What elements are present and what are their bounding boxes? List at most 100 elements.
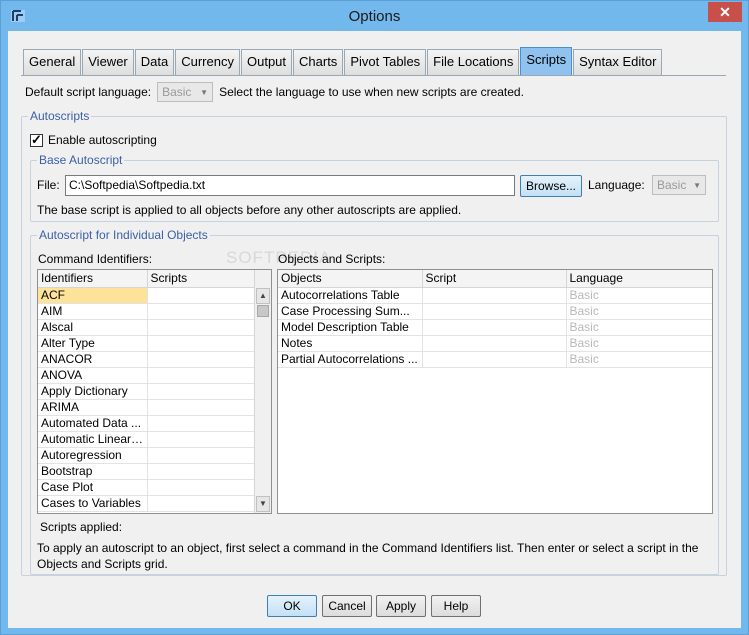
- object-cell[interactable]: Model Description Table: [278, 319, 423, 336]
- tab-pivot-tables[interactable]: Pivot Tables: [344, 49, 427, 75]
- object-cell[interactable]: Partial Autocorrelations ...: [278, 351, 423, 368]
- options-window: Options ✕ General Viewer Data Currency Outpu…: [0, 0, 749, 635]
- identifier-cell[interactable]: Automated Data ...: [38, 415, 148, 432]
- script-cell[interactable]: [147, 415, 257, 432]
- object-cell[interactable]: Case Processing Sum...: [278, 303, 423, 320]
- table-row[interactable]: Case Plot: [38, 479, 257, 496]
- script-cell[interactable]: [147, 447, 257, 464]
- script-cell[interactable]: [422, 303, 567, 320]
- table-row[interactable]: ARIMA: [38, 399, 257, 416]
- title-bar[interactable]: Options ✕: [1, 1, 748, 31]
- script-cell[interactable]: [147, 479, 257, 496]
- script-cell[interactable]: [147, 351, 257, 368]
- tab-file-locations[interactable]: File Locations: [427, 49, 520, 75]
- script-cell[interactable]: [147, 495, 257, 512]
- script-cell[interactable]: [422, 335, 567, 352]
- command-identifiers-grid[interactable]: Identifiers Scripts ACF AIM Alscal Alter Ty…: [37, 269, 272, 514]
- command-identifiers-label: Command Identifiers:: [38, 252, 153, 266]
- identifier-cell[interactable]: Cases to Variables: [38, 495, 148, 512]
- table-row[interactable]: Case Processing Sum... Basic: [278, 303, 712, 320]
- scroll-up-arrow-icon[interactable]: ▲: [256, 288, 270, 304]
- script-cell[interactable]: [147, 463, 257, 480]
- file-path-input[interactable]: C:\Softpedia\Softpedia.txt: [65, 175, 515, 196]
- tab-charts[interactable]: Charts: [293, 49, 344, 75]
- script-cell[interactable]: [147, 399, 257, 416]
- table-row[interactable]: Cases to Variables: [38, 495, 257, 512]
- table-row[interactable]: Partial Autocorrelations ... Basic: [278, 351, 712, 368]
- language-cell[interactable]: Basic: [566, 351, 712, 368]
- col-script[interactable]: Script: [422, 270, 567, 288]
- table-row[interactable]: Notes Basic: [278, 335, 712, 352]
- language-value: Basic: [657, 178, 687, 192]
- script-cell[interactable]: [147, 319, 257, 336]
- tab-data[interactable]: Data: [134, 49, 175, 75]
- identifier-cell[interactable]: Case Plot: [38, 479, 148, 496]
- identifier-cell[interactable]: ACF: [38, 287, 148, 304]
- script-cell[interactable]: [147, 303, 257, 320]
- language-cell[interactable]: Basic: [566, 287, 712, 304]
- script-cell[interactable]: [147, 335, 257, 352]
- table-row[interactable]: Automatic Linear ...: [38, 431, 257, 448]
- tab-viewer[interactable]: Viewer: [82, 49, 134, 75]
- command-list-scrollbar[interactable]: ▲ ▼: [254, 270, 271, 513]
- object-cell[interactable]: Autocorrelations Table: [278, 287, 423, 304]
- table-row[interactable]: AIM: [38, 303, 257, 320]
- identifier-cell[interactable]: ANACOR: [38, 351, 148, 368]
- identifier-cell[interactable]: Alter Type: [38, 335, 148, 352]
- default-script-dropdown[interactable]: Basic ▼: [157, 82, 214, 102]
- table-row[interactable]: Alter Type: [38, 335, 257, 352]
- ok-button[interactable]: OK: [267, 595, 317, 617]
- table-row[interactable]: ANOVA: [38, 367, 257, 384]
- help-button[interactable]: Help: [431, 595, 481, 617]
- col-objects[interactable]: Objects: [278, 270, 423, 288]
- identifier-cell[interactable]: AIM: [38, 303, 148, 320]
- tab-scripts[interactable]: Scripts: [520, 47, 573, 75]
- default-script-value: Basic: [162, 85, 192, 99]
- objects-scripts-grid[interactable]: Objects Script Language Autocorrelations…: [277, 269, 713, 514]
- identifier-cell[interactable]: Apply Dictionary: [38, 383, 148, 400]
- identifier-cell[interactable]: Autoregression: [38, 447, 148, 464]
- table-row[interactable]: ACF: [38, 287, 257, 304]
- script-cell[interactable]: [147, 287, 257, 304]
- table-row[interactable]: Model Description Table Basic: [278, 319, 712, 336]
- enable-autoscripting-checkbox[interactable]: [30, 132, 43, 148]
- apply-button[interactable]: Apply: [376, 595, 426, 617]
- table-row[interactable]: Autocorrelations Table Basic: [278, 287, 712, 304]
- table-row[interactable]: Apply Dictionary: [38, 383, 257, 400]
- col-identifiers[interactable]: Identifiers: [38, 270, 148, 288]
- script-cell[interactable]: [147, 383, 257, 400]
- table-row[interactable]: Autoregression: [38, 447, 257, 464]
- table-row[interactable]: Automated Data ...: [38, 415, 257, 432]
- script-cell[interactable]: [147, 431, 257, 448]
- cancel-button[interactable]: Cancel: [322, 595, 372, 617]
- tab-output[interactable]: Output: [240, 49, 293, 75]
- identifier-cell[interactable]: Alscal: [38, 319, 148, 336]
- identifier-cell[interactable]: Bootstrap: [38, 463, 148, 480]
- scroll-thumb[interactable]: [257, 305, 269, 317]
- script-cell[interactable]: [422, 287, 567, 304]
- script-cell[interactable]: [422, 319, 567, 336]
- default-script-row: Default script language: Basic ▼ Select …: [25, 82, 524, 102]
- table-row[interactable]: ANACOR: [38, 351, 257, 368]
- language-cell[interactable]: Basic: [566, 335, 712, 352]
- browse-button[interactable]: Browse...: [520, 175, 582, 197]
- language-cell[interactable]: Basic: [566, 319, 712, 336]
- object-cell[interactable]: Notes: [278, 335, 423, 352]
- identifier-cell[interactable]: Automatic Linear ...: [38, 431, 148, 448]
- table-row[interactable]: Alscal: [38, 319, 257, 336]
- tab-currency[interactable]: Currency: [175, 49, 240, 75]
- close-button[interactable]: ✕: [708, 2, 742, 22]
- identifier-cell[interactable]: ARIMA: [38, 399, 148, 416]
- language-dropdown[interactable]: Basic ▼: [652, 175, 706, 195]
- tab-general[interactable]: General: [23, 49, 82, 75]
- table-row[interactable]: Bootstrap: [38, 463, 257, 480]
- identifier-cell[interactable]: ANOVA: [38, 367, 148, 384]
- tab-syntax-editor[interactable]: Syntax Editor: [573, 49, 663, 75]
- enable-autoscripting-row[interactable]: Enable autoscripting: [30, 132, 157, 148]
- language-cell[interactable]: Basic: [566, 303, 712, 320]
- col-scripts[interactable]: Scripts: [147, 270, 257, 288]
- scroll-down-arrow-icon[interactable]: ▼: [256, 496, 270, 512]
- script-cell[interactable]: [422, 351, 567, 368]
- script-cell[interactable]: [147, 367, 257, 384]
- col-language[interactable]: Language: [566, 270, 712, 288]
